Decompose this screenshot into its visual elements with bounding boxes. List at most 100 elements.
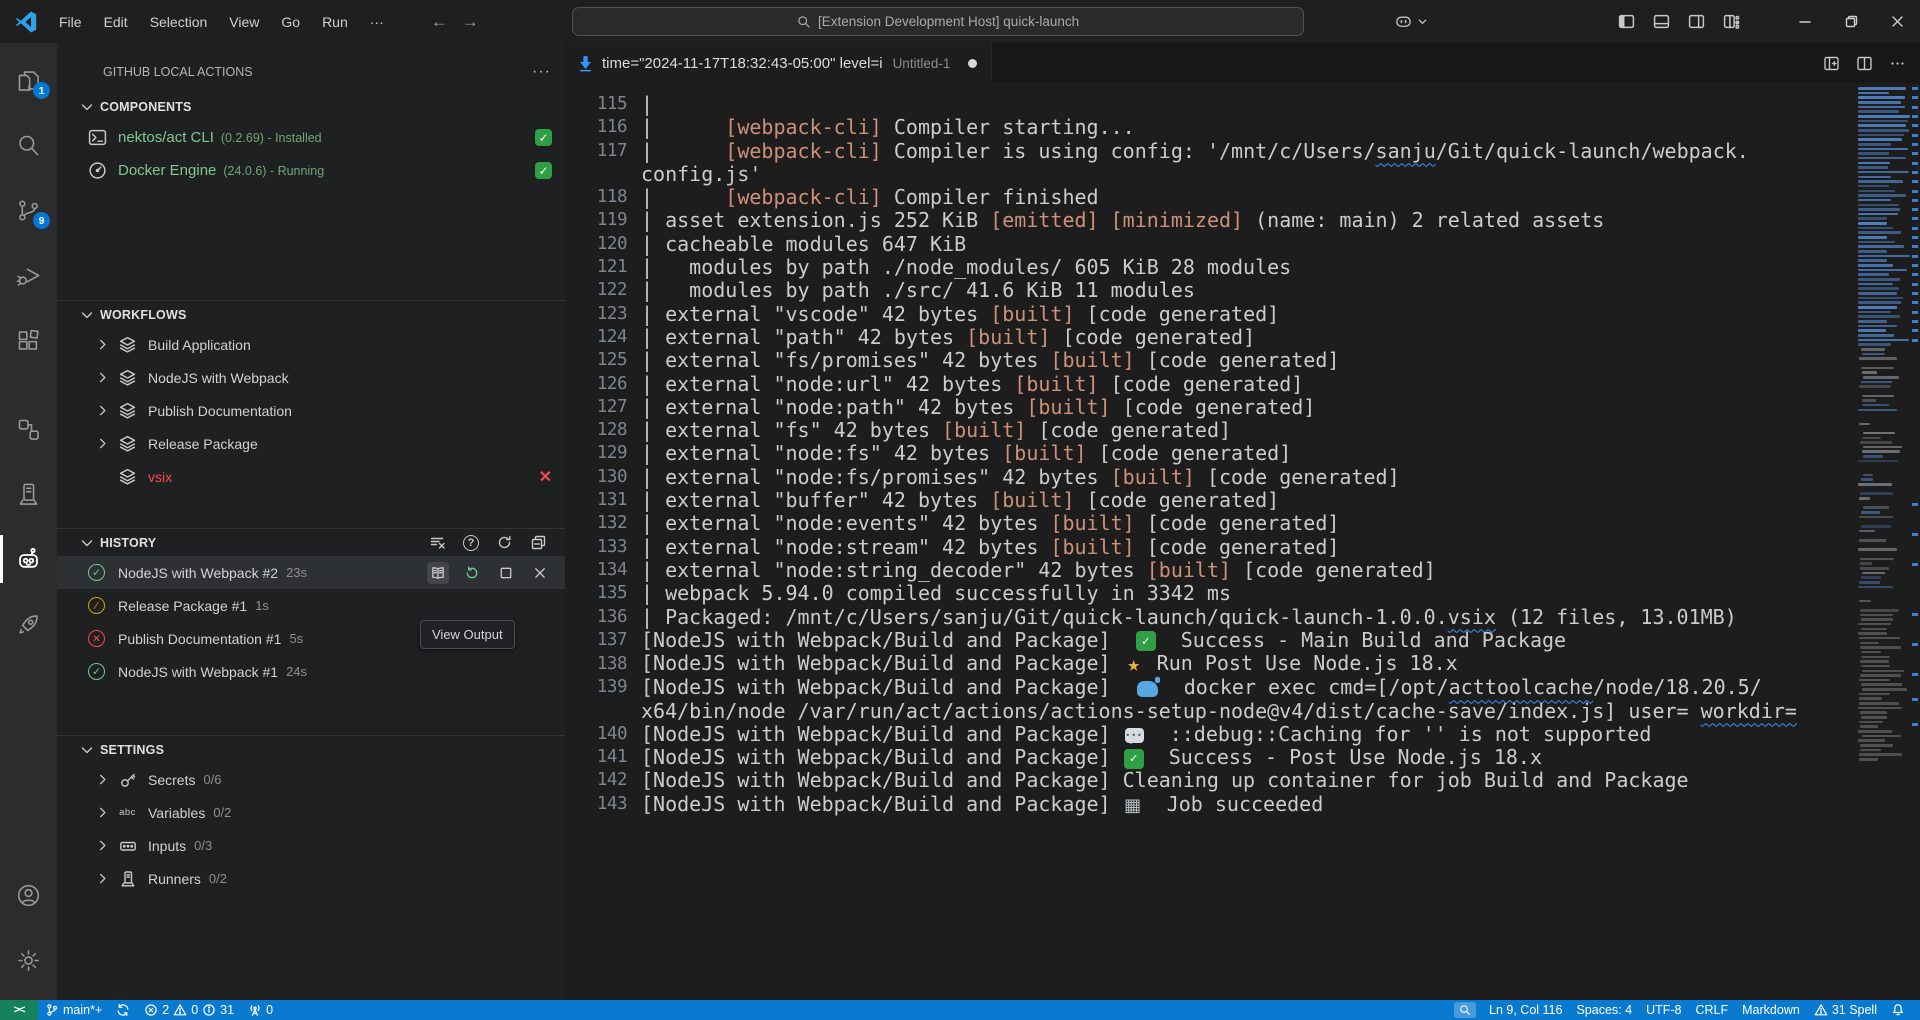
- components-section-header[interactable]: COMPONENTS: [57, 93, 565, 121]
- language-mode[interactable]: Markdown: [1735, 1000, 1807, 1020]
- settings-item-runners[interactable]: Runners0/2: [57, 862, 565, 895]
- menu-view[interactable]: View: [218, 10, 270, 34]
- menu-run[interactable]: Run: [311, 10, 359, 34]
- component-check-icon[interactable]: ✓: [535, 129, 552, 146]
- stop-button[interactable]: [495, 562, 517, 584]
- activity-runner[interactable]: [0, 469, 57, 519]
- command-center-search[interactable]: [Extension Development Host] quick-launc…: [572, 7, 1304, 36]
- settings-item-variables[interactable]: abcVariables0/2: [57, 796, 565, 829]
- minimap-line: [1858, 190, 1895, 193]
- split-editor-icon[interactable]: [1856, 55, 1873, 72]
- minimap-line: [1858, 548, 1897, 551]
- menu-selection[interactable]: Selection: [139, 10, 219, 34]
- error-x-icon[interactable]: ✕: [539, 467, 552, 487]
- toggle-panel-icon[interactable]: [1653, 13, 1670, 30]
- inputs-icon: [118, 836, 137, 855]
- ports-status[interactable]: 0: [241, 1000, 280, 1020]
- copilot-menu[interactable]: [1394, 12, 1428, 31]
- settings-item-inputs[interactable]: Inputs0/3: [57, 829, 565, 862]
- spell-mark: [1912, 673, 1918, 676]
- cursor-position[interactable]: Ln 9, Col 116: [1482, 1000, 1569, 1020]
- eol-status[interactable]: CRLF: [1688, 1000, 1735, 1020]
- notifications-bell[interactable]: [1884, 1000, 1912, 1020]
- tab-untitled-1[interactable]: time="2024-11-17T18:32:43-05:00" level=i…: [565, 43, 992, 83]
- activity-references[interactable]: [0, 404, 57, 454]
- line-number: 115: [565, 93, 627, 116]
- view-output-button[interactable]: [427, 562, 449, 584]
- activity-extensions[interactable]: [0, 315, 57, 365]
- settings-gear-button[interactable]: [0, 935, 57, 985]
- workflow-item[interactable]: Build Application: [57, 328, 565, 361]
- settings-section-header[interactable]: SETTINGS: [57, 735, 565, 763]
- minimap-line: [1858, 152, 1889, 155]
- customize-layout-icon[interactable]: [1723, 13, 1740, 30]
- more-actions-icon[interactable]: [1889, 55, 1906, 72]
- clear-history-icon[interactable]: [429, 534, 446, 551]
- help-icon[interactable]: ?: [463, 535, 479, 551]
- minimap-line: [1860, 646, 1901, 649]
- modified-indicator[interactable]: [968, 59, 977, 68]
- component-item[interactable]: nektos/act CLI(0.2.69) - Installed✓: [57, 121, 565, 154]
- workflow-item[interactable]: Release Package: [57, 427, 565, 460]
- activity-rocket[interactable]: [0, 599, 57, 649]
- minimap[interactable]: [1856, 83, 1910, 1000]
- history-item[interactable]: ⁄Release Package #11s: [57, 589, 565, 622]
- branch-status[interactable]: main*+: [38, 1000, 109, 1020]
- history-item[interactable]: ✓NodeJS with Webpack #124s: [57, 655, 565, 688]
- workflow-item[interactable]: NodeJS with Webpack: [57, 361, 565, 394]
- encoding-status[interactable]: UTF-8: [1639, 1000, 1688, 1020]
- open-changes-icon[interactable]: [1823, 55, 1840, 72]
- nav-forward-icon[interactable]: →: [462, 12, 479, 32]
- spell-checker-status[interactable]: 31 Spell: [1807, 1000, 1884, 1020]
- menu-more[interactable]: ···: [359, 10, 395, 34]
- indentation-status[interactable]: Spaces: 4: [1569, 1000, 1639, 1020]
- overview-ruler[interactable]: [1910, 83, 1920, 1000]
- workflow-item[interactable]: vsix✕: [57, 460, 565, 493]
- history-duration: 24s: [286, 664, 307, 679]
- menu-file[interactable]: File: [48, 10, 93, 34]
- sync-status[interactable]: [109, 1000, 137, 1020]
- layers-icon: [118, 335, 137, 354]
- nav-back-icon[interactable]: ←: [431, 12, 448, 32]
- minimap-line: [1858, 586, 1892, 589]
- menu-edit[interactable]: Edit: [93, 10, 139, 34]
- component-check-icon[interactable]: ✓: [535, 162, 552, 179]
- activity-search[interactable]: [0, 120, 57, 170]
- activity-run-debug[interactable]: [0, 250, 57, 300]
- minimap-line: [1858, 101, 1901, 104]
- workflows-section-header[interactable]: WORKFLOWS: [57, 300, 565, 328]
- restore-button[interactable]: [1828, 0, 1874, 43]
- line-number: 121: [565, 256, 627, 279]
- toggle-secondary-sidebar-icon[interactable]: [1688, 13, 1705, 30]
- account-button[interactable]: [0, 870, 57, 920]
- error-count: 2: [162, 1003, 169, 1017]
- code-line: 118| [webpack-cli] Compiler finished: [565, 186, 1854, 209]
- rerun-button[interactable]: [461, 562, 483, 584]
- sidebar-more-actions-icon[interactable]: ···: [532, 63, 551, 81]
- refresh-icon[interactable]: [496, 534, 513, 551]
- minimize-button[interactable]: [1782, 0, 1828, 43]
- minimap-line: [1858, 273, 1889, 276]
- component-item[interactable]: Docker Engine(24.0.6) - Running✓: [57, 154, 565, 187]
- zoom-status[interactable]: [1454, 1002, 1476, 1018]
- collapse-all-icon[interactable]: [530, 534, 547, 551]
- problems-status[interactable]: 2 0 31: [137, 1000, 241, 1020]
- workflow-item[interactable]: Publish Documentation: [57, 394, 565, 427]
- activity-source-control[interactable]: 9: [0, 185, 57, 235]
- dismiss-button[interactable]: [529, 562, 551, 584]
- activity-github-local-actions[interactable]: [0, 534, 57, 584]
- history-section-header[interactable]: HISTORY ?: [57, 528, 565, 556]
- history-item[interactable]: ✓NodeJS with Webpack #223s: [57, 556, 565, 589]
- code-area[interactable]: 115|116| [webpack-cli] Compiler starting…: [565, 93, 1854, 817]
- settings-count: 0/3: [194, 838, 212, 853]
- editor-content[interactable]: 115|116| [webpack-cli] Compiler starting…: [565, 83, 1920, 1000]
- minimap-line: [1858, 176, 1891, 179]
- remote-indicator[interactable]: ><: [0, 1000, 38, 1020]
- close-button[interactable]: [1874, 0, 1920, 43]
- spell-mark: [1912, 96, 1918, 99]
- settings-item-secrets[interactable]: Secrets0/6: [57, 763, 565, 796]
- component-meta: (0.2.69) - Installed: [221, 131, 322, 145]
- toggle-primary-sidebar-icon[interactable]: [1618, 13, 1635, 30]
- menu-go[interactable]: Go: [270, 10, 311, 34]
- activity-explorer[interactable]: 1: [0, 55, 57, 105]
